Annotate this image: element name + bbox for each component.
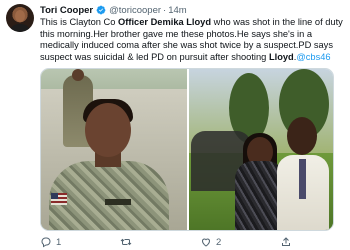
avatar-shirt (9, 24, 31, 32)
tweet-header: Tori Cooper @toricooper · 14m (40, 3, 187, 17)
timestamp[interactable]: 14m (168, 5, 186, 16)
reply-button[interactable]: 1 (40, 236, 61, 248)
share-button[interactable] (280, 236, 296, 248)
retweet-button[interactable] (120, 236, 136, 248)
tweet-text-bold-surname: Lloyd (268, 51, 294, 62)
media-grid (40, 68, 334, 231)
avatar[interactable] (6, 4, 34, 32)
reply-count: 1 (56, 236, 62, 248)
man-tie (299, 159, 306, 199)
retweet-icon (120, 238, 132, 246)
like-count: 2 (216, 236, 222, 248)
flag-patch-icon (51, 193, 67, 205)
like-button[interactable]: 2 (200, 236, 221, 248)
uniform (49, 161, 169, 230)
separator-dot: · (163, 4, 167, 16)
background-figure-head (72, 69, 84, 81)
like-icon (201, 238, 211, 247)
tweet-text: This is Clayton Co Officer Demika Lloyd … (40, 17, 346, 63)
author-handle[interactable]: @toricooper (109, 5, 161, 16)
avatar-face (15, 10, 25, 22)
share-icon (282, 237, 290, 246)
photo-family-outdoor[interactable] (189, 69, 333, 230)
name-tape (105, 199, 131, 205)
author-name[interactable]: Tori Cooper (40, 5, 93, 16)
verified-badge-icon (96, 5, 106, 15)
reply-icon (41, 237, 51, 248)
action-bar: 1 2 (40, 236, 340, 250)
mention-link[interactable]: @cbs46 (296, 52, 330, 62)
man-face (287, 117, 317, 155)
photo-soldier-portrait[interactable] (41, 69, 187, 230)
tweet-card[interactable]: Tori Cooper @toricooper · 14m This is Cl… (0, 0, 350, 250)
tweet-text-bold-name: Officer Demika Lloyd (118, 17, 212, 27)
face (85, 103, 131, 157)
tweet-text-segment: This is Clayton Co (40, 17, 119, 27)
